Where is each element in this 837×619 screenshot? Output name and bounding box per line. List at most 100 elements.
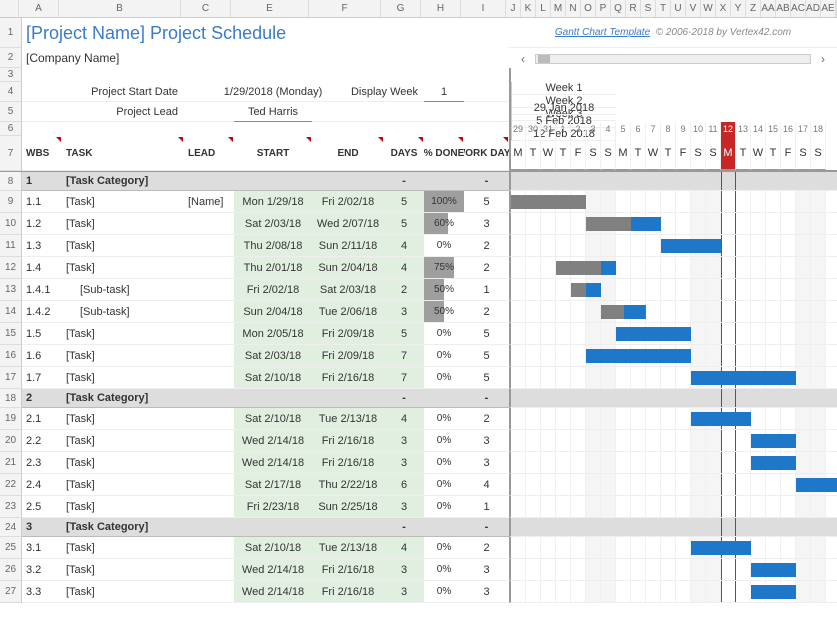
days-cell[interactable]: - — [384, 172, 424, 191]
days-cell[interactable]: 3 — [384, 301, 424, 323]
wbs-cell[interactable]: 2.5 — [22, 496, 62, 518]
task-name-cell[interactable]: [Task] — [62, 559, 184, 581]
gantt-cell[interactable] — [509, 213, 837, 235]
gantt-cell[interactable] — [509, 235, 837, 257]
gantt-cell[interactable] — [509, 367, 837, 389]
header-wbs[interactable]: WBS — [22, 136, 62, 171]
gantt-cell[interactable] — [509, 518, 837, 537]
days-cell[interactable]: 4 — [384, 257, 424, 279]
workdays-cell[interactable]: 5 — [464, 191, 509, 213]
gantt-cell[interactable] — [509, 474, 837, 496]
pct-done-cell[interactable]: 0% — [424, 408, 464, 430]
pct-done-cell[interactable] — [424, 389, 464, 408]
workdays-cell[interactable]: 3 — [464, 213, 509, 235]
wbs-cell[interactable]: 1.1 — [22, 191, 62, 213]
end-cell[interactable]: Tue 2/06/18 — [312, 301, 384, 323]
pct-done-cell[interactable]: 75% — [424, 257, 464, 279]
gantt-cell[interactable] — [509, 279, 837, 301]
task-name-cell[interactable]: [Task] — [62, 452, 184, 474]
end-cell[interactable]: Tue 2/13/18 — [312, 408, 384, 430]
task-name-cell[interactable]: [Task] — [62, 430, 184, 452]
wbs-cell[interactable]: 3.3 — [22, 581, 62, 603]
pct-done-cell[interactable]: 100% — [424, 191, 464, 213]
task-name-cell[interactable]: [Task] — [62, 367, 184, 389]
row-number[interactable]: 1 — [0, 18, 22, 48]
pct-done-cell[interactable]: 0% — [424, 452, 464, 474]
start-cell[interactable]: Thu 2/08/18 — [234, 235, 312, 257]
gantt-cell[interactable] — [509, 559, 837, 581]
gantt-cell[interactable] — [509, 496, 837, 518]
gantt-cell[interactable] — [509, 430, 837, 452]
task-name-cell[interactable]: [Task Category] — [62, 389, 184, 408]
wbs-cell[interactable]: 2.1 — [22, 408, 62, 430]
task-row[interactable]: 171.7[Task]Sat 2/10/18Fri 2/16/1870%5 — [0, 367, 837, 389]
task-name-cell[interactable]: [Task Category] — [62, 172, 184, 191]
end-cell[interactable]: Tue 2/13/18 — [312, 537, 384, 559]
lead-cell[interactable] — [184, 496, 234, 518]
start-cell[interactable]: Mon 1/29/18 — [234, 191, 312, 213]
end-cell[interactable]: Fri 2/02/18 — [312, 191, 384, 213]
gantt-cell[interactable] — [509, 301, 837, 323]
workdays-cell[interactable]: 5 — [464, 323, 509, 345]
end-cell[interactable]: Thu 2/22/18 — [312, 474, 384, 496]
start-cell[interactable]: Mon 2/05/18 — [234, 323, 312, 345]
pct-done-cell[interactable] — [424, 172, 464, 191]
days-cell[interactable]: 3 — [384, 452, 424, 474]
end-cell[interactable]: Fri 2/09/18 — [312, 323, 384, 345]
days-cell[interactable]: 4 — [384, 235, 424, 257]
pct-done-cell[interactable]: 0% — [424, 474, 464, 496]
pct-done-cell[interactable]: 50% — [424, 279, 464, 301]
start-cell[interactable]: Wed 2/14/18 — [234, 430, 312, 452]
task-row[interactable]: 273.3[Task]Wed 2/14/18Fri 2/16/1830%3 — [0, 581, 837, 603]
task-name-cell[interactable]: [Task] — [62, 581, 184, 603]
wbs-cell[interactable]: 3 — [22, 518, 62, 537]
days-cell[interactable]: 5 — [384, 213, 424, 235]
days-cell[interactable]: 5 — [384, 191, 424, 213]
start-cell[interactable]: Sat 2/03/18 — [234, 213, 312, 235]
lead-cell[interactable] — [184, 323, 234, 345]
scroll-right-icon[interactable]: › — [815, 51, 831, 67]
workdays-cell[interactable]: 2 — [464, 301, 509, 323]
end-cell[interactable]: Fri 2/16/18 — [312, 559, 384, 581]
lead-cell[interactable] — [184, 452, 234, 474]
task-row[interactable]: 131.4.1[Sub-task]Fri 2/02/18Sat 2/03/182… — [0, 279, 837, 301]
lead-cell[interactable] — [184, 367, 234, 389]
lead-cell[interactable] — [184, 474, 234, 496]
start-cell[interactable]: Sat 2/10/18 — [234, 537, 312, 559]
header-end[interactable]: END — [312, 136, 384, 171]
workdays-cell[interactable]: - — [464, 518, 509, 537]
pct-done-cell[interactable]: 0% — [424, 323, 464, 345]
pct-done-cell[interactable]: 0% — [424, 235, 464, 257]
page-title[interactable]: [Project Name] Project Schedule — [22, 18, 509, 48]
lead-cell[interactable] — [184, 518, 234, 537]
task-row[interactable]: 232.5[Task]Fri 2/23/18Sun 2/25/1830%1 — [0, 496, 837, 518]
task-row[interactable]: 222.4[Task]Sat 2/17/18Thu 2/22/1860%4 — [0, 474, 837, 496]
start-cell[interactable] — [234, 172, 312, 191]
header-task[interactable]: TASK — [62, 136, 184, 171]
task-row[interactable]: 263.2[Task]Wed 2/14/18Fri 2/16/1830%3 — [0, 559, 837, 581]
task-row[interactable]: 111.3[Task]Thu 2/08/18Sun 2/11/1840%2 — [0, 235, 837, 257]
task-name-cell[interactable]: [Sub-task] — [62, 301, 184, 323]
wbs-cell[interactable]: 1.2 — [22, 213, 62, 235]
lead-cell[interactable] — [184, 235, 234, 257]
category-row[interactable]: 81[Task Category]-- — [0, 172, 837, 191]
workdays-cell[interactable]: 5 — [464, 345, 509, 367]
end-cell[interactable]: Fri 2/16/18 — [312, 430, 384, 452]
end-cell[interactable]: Fri 2/16/18 — [312, 452, 384, 474]
gantt-cell[interactable] — [509, 408, 837, 430]
pct-done-cell[interactable]: 0% — [424, 367, 464, 389]
task-name-cell[interactable]: [Task] — [62, 408, 184, 430]
start-date-value[interactable]: 1/29/2018 (Monday) — [234, 82, 312, 102]
days-cell[interactable]: 6 — [384, 474, 424, 496]
workdays-cell[interactable]: 4 — [464, 474, 509, 496]
task-name-cell[interactable]: [Task] — [62, 213, 184, 235]
end-cell[interactable]: Fri 2/16/18 — [312, 581, 384, 603]
workdays-cell[interactable]: 3 — [464, 430, 509, 452]
wbs-cell[interactable]: 1.4 — [22, 257, 62, 279]
start-cell[interactable]: Sat 2/10/18 — [234, 408, 312, 430]
start-cell[interactable] — [234, 389, 312, 408]
end-cell[interactable]: Sun 2/25/18 — [312, 496, 384, 518]
wbs-cell[interactable]: 2.2 — [22, 430, 62, 452]
workdays-cell[interactable]: - — [464, 172, 509, 191]
header-lead[interactable]: LEAD — [184, 136, 234, 171]
